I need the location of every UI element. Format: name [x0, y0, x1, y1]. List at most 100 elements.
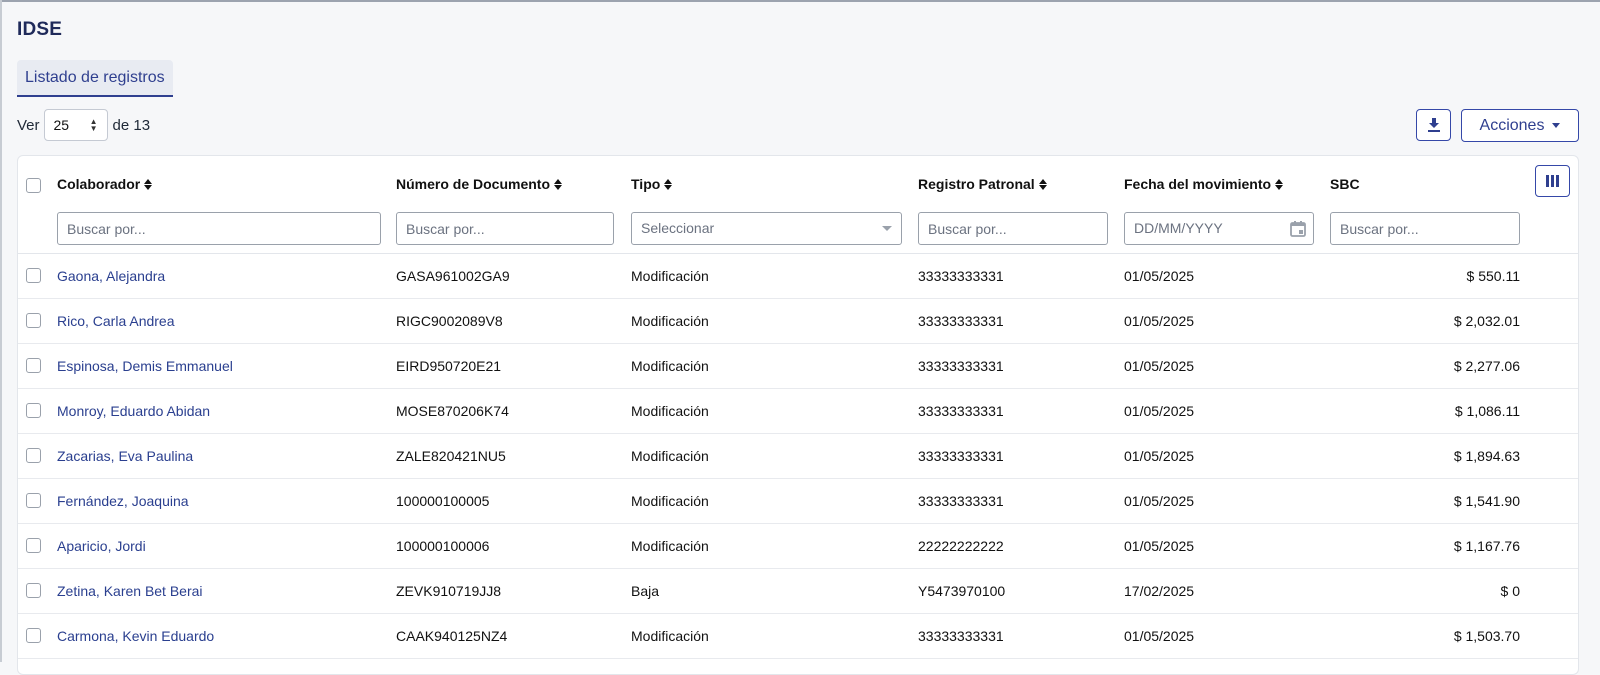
sort-icon	[554, 178, 563, 190]
cell-sbc: $ 2,277.06	[1453, 358, 1520, 374]
column-header-fecha[interactable]: Fecha del movimiento	[1124, 176, 1284, 192]
cell-colaborador[interactable]: Rico, Carla Andrea	[57, 299, 175, 343]
cell-tipo: Modificación	[631, 538, 709, 554]
table-row[interactable]: Carmona, Kevin Eduardo CAAK940125NZ4 Modif…	[18, 614, 1578, 659]
caret-down-icon	[1552, 123, 1561, 128]
cell-tipo: Modificación	[631, 268, 709, 284]
cell-fecha: 01/05/2025	[1124, 313, 1195, 329]
row-checkbox[interactable]	[26, 538, 41, 553]
column-header-colaborador[interactable]: Colaborador	[57, 176, 153, 192]
filter-tipo-placeholder: Seleccionar	[641, 220, 715, 236]
cell-fecha: 01/05/2025	[1124, 358, 1195, 374]
filter-fecha-placeholder: DD/MM/YYYY	[1134, 220, 1223, 236]
column-header-label: Registro Patronal	[918, 176, 1035, 192]
tab-listado-de-registros[interactable]: Listado de registros	[17, 60, 173, 97]
page-size-select[interactable]: 25 ▲ ▼	[43, 109, 108, 141]
filter-sbc-input[interactable]	[1330, 212, 1520, 245]
row-checkbox[interactable]	[26, 358, 41, 373]
cell-tipo: Modificación	[631, 313, 709, 329]
sort-icon	[664, 178, 673, 190]
cell-tipo: Baja	[631, 583, 660, 599]
table-row[interactable]: Monroy, Eduardo Abidan MOSE870206K74 Modif…	[18, 389, 1578, 434]
cell-fecha: 01/05/2025	[1124, 628, 1195, 644]
cell-registro-patronal: 33333333331	[918, 403, 1004, 419]
cell-colaborador[interactable]: Aparicio, Jordi	[57, 524, 146, 568]
columns-icon	[1546, 175, 1549, 187]
column-header-tipo[interactable]: Tipo	[631, 176, 673, 192]
row-checkbox[interactable]	[26, 313, 41, 328]
cell-colaborador[interactable]: Zacarias, Eva Paulina	[57, 434, 193, 478]
sort-icon	[1275, 178, 1284, 190]
filter-colaborador-input[interactable]	[57, 212, 381, 245]
cell-sbc: $ 1,541.90	[1453, 493, 1520, 509]
sort-icon	[1038, 178, 1047, 190]
cell-tipo: Modificación	[631, 358, 709, 374]
column-settings-button[interactable]	[1535, 165, 1570, 197]
cell-registro-patronal: 33333333331	[918, 628, 1004, 644]
column-header-sbc: SBC	[1330, 176, 1360, 192]
cell-tipo: Modificación	[631, 448, 709, 464]
cell-tipo: Modificación	[631, 403, 709, 419]
download-button[interactable]	[1416, 109, 1451, 141]
window-left-border	[0, 0, 2, 662]
cell-documento: ZALE820421NU5	[396, 448, 506, 464]
page-size-value: 25	[53, 117, 70, 133]
cell-documento: 100000100005	[396, 493, 490, 509]
cell-colaborador[interactable]: Carmona, Kevin Eduardo	[57, 614, 214, 658]
column-header-label: Número de Documento	[396, 176, 551, 192]
filter-documento-input[interactable]	[396, 212, 614, 245]
columns-icon-bar	[1551, 175, 1554, 187]
column-header-label: SBC	[1330, 176, 1360, 192]
cell-documento: MOSE870206K74	[396, 403, 509, 419]
column-header-documento[interactable]: Número de Documento	[396, 176, 563, 192]
cell-colaborador[interactable]: Fernández, Joaquina	[57, 479, 189, 523]
filter-tipo-select[interactable]: Seleccionar	[631, 212, 902, 245]
row-checkbox[interactable]	[26, 493, 41, 508]
cell-registro-patronal: 33333333331	[918, 358, 1004, 374]
updown-arrows-icon: ▲ ▼	[89, 117, 98, 133]
cell-sbc: $ 0	[1500, 583, 1520, 599]
table-row[interactable]: Gaona, Alejandra GASA961002GA9 Modificació…	[18, 254, 1578, 299]
total-pages-label: de 13	[112, 116, 151, 134]
row-checkbox[interactable]	[26, 448, 41, 463]
cell-sbc: $ 1,894.63	[1453, 448, 1520, 464]
column-header-registro-patronal[interactable]: Registro Patronal	[918, 176, 1047, 192]
select-all-checkbox[interactable]	[26, 178, 41, 193]
calendar-icon[interactable]	[1289, 220, 1307, 238]
filter-fecha-datepicker[interactable]: DD/MM/YYYY	[1124, 212, 1314, 245]
window-top-border	[0, 0, 1600, 2]
row-checkbox[interactable]	[26, 583, 41, 598]
table-row[interactable]: Espinosa, Demis Emmanuel EIRD950720E21 Mod…	[18, 344, 1578, 389]
cell-colaborador[interactable]: Zetina, Karen Bet Berai	[57, 569, 203, 613]
table-row[interactable]: Fernández, Joaquina 100000100005 Modificac…	[18, 479, 1578, 524]
cell-sbc: $ 1,167.76	[1453, 538, 1520, 554]
actions-label: Acciones	[1479, 116, 1545, 134]
download-icon	[1427, 118, 1440, 132]
row-checkbox[interactable]	[26, 628, 41, 643]
table-row[interactable]: Aparicio, Jordi 100000100006 Modificación 2…	[18, 524, 1578, 569]
cell-fecha: 17/02/2025	[1124, 583, 1195, 599]
table-row[interactable]: Zacarias, Eva Paulina ZALE820421NU5 Modifi…	[18, 434, 1578, 479]
page-title: IDSE	[17, 19, 63, 40]
table-row[interactable]: Zetina, Karen Bet Berai ZEVK910719JJ8 Baja…	[18, 569, 1578, 614]
cell-colaborador[interactable]: Espinosa, Demis Emmanuel	[57, 344, 233, 388]
cell-documento: ZEVK910719JJ8	[396, 583, 502, 599]
cell-tipo: Modificación	[631, 628, 709, 644]
cell-colaborador[interactable]: Gaona, Alejandra	[57, 254, 165, 298]
table-row[interactable]: Rico, Carla Andrea RIGC9002089V8 Modificac…	[18, 299, 1578, 344]
cell-registro-patronal: 33333333331	[918, 313, 1004, 329]
actions-dropdown-button[interactable]: Acciones	[1461, 109, 1579, 142]
pagination-control: Ver 25 ▲ ▼ de 13	[17, 109, 150, 141]
cell-registro-patronal: 33333333331	[918, 268, 1004, 284]
cell-registro-patronal: 22222222222	[918, 538, 1004, 554]
cell-documento: GASA961002GA9	[396, 268, 510, 284]
cell-colaborador[interactable]: Monroy, Eduardo Abidan	[57, 389, 210, 433]
column-header-label: Colaborador	[57, 176, 141, 192]
column-header-label: Fecha del movimiento	[1124, 176, 1272, 192]
cell-documento: RIGC9002089V8	[396, 313, 503, 329]
cell-fecha: 01/05/2025	[1124, 403, 1195, 419]
row-checkbox[interactable]	[26, 268, 41, 283]
filter-registro-input[interactable]	[918, 212, 1108, 245]
cell-sbc: $ 2,032.01	[1453, 313, 1520, 329]
row-checkbox[interactable]	[26, 403, 41, 418]
